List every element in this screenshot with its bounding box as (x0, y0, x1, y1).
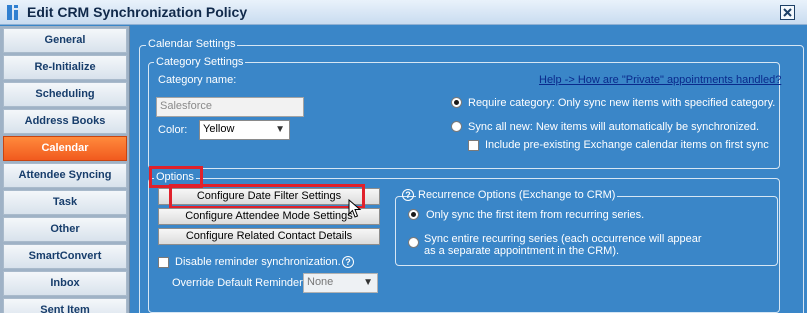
sidebar-item-address-books[interactable]: Address Books (3, 109, 127, 134)
mouse-cursor-icon (348, 199, 362, 218)
require-category-label: Require category: Only sync new items wi… (468, 97, 776, 109)
chevron-down-icon: ▼ (275, 124, 285, 135)
private-appointments-help-link[interactable]: Help -> How are "Private" appointments h… (539, 74, 781, 86)
disable-reminder-checkbox[interactable] (158, 257, 169, 268)
configure-attendee-mode-button[interactable]: Configure Attendee Mode Settings (158, 208, 380, 225)
sync-entire-series-label-line2: as a separate appointment in the CRM). (424, 245, 620, 257)
close-button[interactable] (780, 5, 795, 20)
sidebar-item-attendee-syncing[interactable]: Attendee Syncing (3, 163, 127, 188)
sidebar-item-smartconvert[interactable]: SmartConvert (3, 244, 127, 269)
sidebar-item-re-initialize[interactable]: Re-Initialize (3, 55, 127, 80)
calendar-settings-legend: Calendar Settings (146, 38, 238, 50)
recurrence-options-legend: Recurrence Options (Exchange to CRM) (416, 189, 618, 201)
reminder-help-icon[interactable]: ? (342, 256, 354, 268)
title-bar: Edit CRM Synchronization Policy (0, 0, 807, 25)
disable-reminder-label: Disable reminder synchronization. (175, 256, 341, 268)
sync-first-item-label: Only sync the first item from recurring … (426, 209, 645, 221)
sidebar-item-general[interactable]: General (3, 28, 127, 53)
recurrence-help-icon[interactable]: ? (402, 189, 414, 201)
sidebar-item-calendar[interactable]: Calendar (3, 136, 127, 161)
app-logo-icon (7, 5, 18, 20)
override-reminder-label: Override Default Reminder (172, 277, 303, 289)
sync-all-new-label: Sync all new: New items will automatical… (468, 121, 760, 133)
sync-entire-series-label-line1: Sync entire recurring series (each occur… (424, 233, 702, 245)
override-reminder-value: None (307, 276, 334, 288)
sync-first-item-radio[interactable] (408, 209, 419, 220)
sidebar-item-inbox[interactable]: Inbox (3, 271, 127, 296)
configure-related-contact-button[interactable]: Configure Related Contact Details (158, 228, 380, 245)
override-reminder-select[interactable]: None ▼ (303, 273, 378, 293)
category-name-label: Category name: (158, 74, 237, 86)
color-label: Color: (158, 124, 188, 136)
sidebar-item-scheduling[interactable]: Scheduling (3, 82, 127, 107)
sidebar: General Re-Initialize Scheduling Address… (0, 26, 130, 313)
sidebar-item-task[interactable]: Task (3, 190, 127, 215)
sync-all-new-radio[interactable] (451, 121, 462, 132)
chevron-down-icon: ▼ (363, 277, 373, 288)
require-category-radio[interactable] (451, 97, 462, 108)
category-settings-legend: Category Settings (154, 56, 246, 68)
close-icon (783, 8, 792, 17)
window-title: Edit CRM Synchronization Policy (27, 4, 248, 20)
include-preexisting-checkbox[interactable] (468, 140, 479, 151)
sync-entire-series-radio[interactable] (408, 237, 419, 248)
color-select[interactable]: Yellow ▼ (199, 120, 290, 140)
category-name-input[interactable]: Salesforce (156, 97, 304, 117)
color-select-value: Yellow (203, 123, 235, 135)
include-preexisting-label: Include pre-existing Exchange calendar i… (485, 139, 769, 151)
date-filter-highlight-box (169, 184, 365, 209)
sidebar-item-other[interactable]: Other (3, 217, 127, 242)
sidebar-item-sent-item[interactable]: Sent Item (3, 298, 127, 313)
